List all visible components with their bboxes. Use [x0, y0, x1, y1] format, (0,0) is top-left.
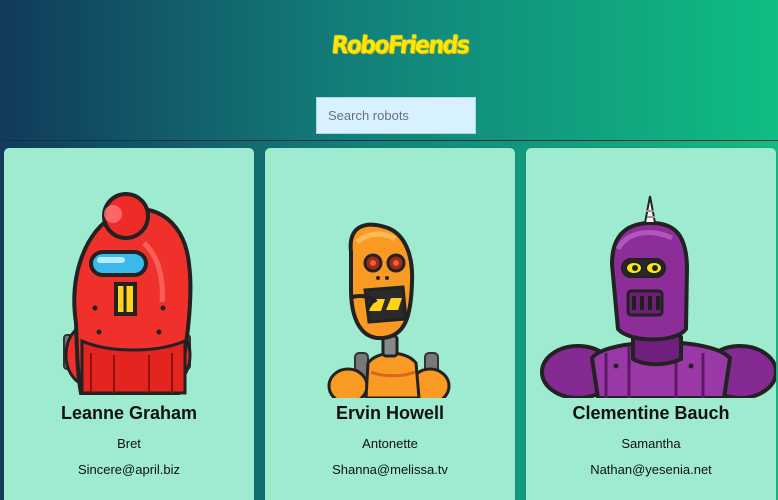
robot-username: Antonette — [362, 436, 418, 451]
robot-card[interactable]: Clementine Bauch Samantha Nathan@yesenia… — [526, 148, 776, 500]
robot-username: Samantha — [621, 436, 681, 451]
robofriends-app: RoboFriends Search robots Leanne Graham … — [0, 0, 778, 500]
robot-email: Sincere@april.biz — [77, 462, 181, 477]
purple-robot-image — [540, 195, 776, 398]
robot-username: Bret — [117, 436, 141, 451]
search-robots-input[interactable] — [316, 97, 476, 134]
robot-card-list: Leanne Graham Bret Sincere@april.biz Erv… — [0, 141, 778, 500]
robot-card[interactable]: Ervin Howell Antonette Shanna@melissa.tv — [265, 148, 515, 500]
robot-email: Nathan@yesenia.net — [590, 462, 712, 477]
purple-robot-avatar — [526, 148, 776, 398]
orange-robot-avatar — [265, 148, 515, 398]
robot-name: Leanne Graham — [60, 403, 198, 423]
robot-card[interactable]: Leanne Graham Bret Sincere@april.biz — [4, 148, 254, 500]
robot-name: Clementine Bauch — [572, 403, 730, 423]
robot-name: Ervin Howell — [335, 403, 445, 423]
robot-email: Shanna@melissa.tv — [332, 462, 448, 477]
red-robot-avatar — [4, 148, 254, 398]
orange-robot-image — [327, 222, 451, 398]
page-header: RoboFriends — [0, 0, 778, 141]
red-robot-image — [63, 192, 193, 395]
robofriends-logo: RoboFriends — [329, 32, 470, 60]
